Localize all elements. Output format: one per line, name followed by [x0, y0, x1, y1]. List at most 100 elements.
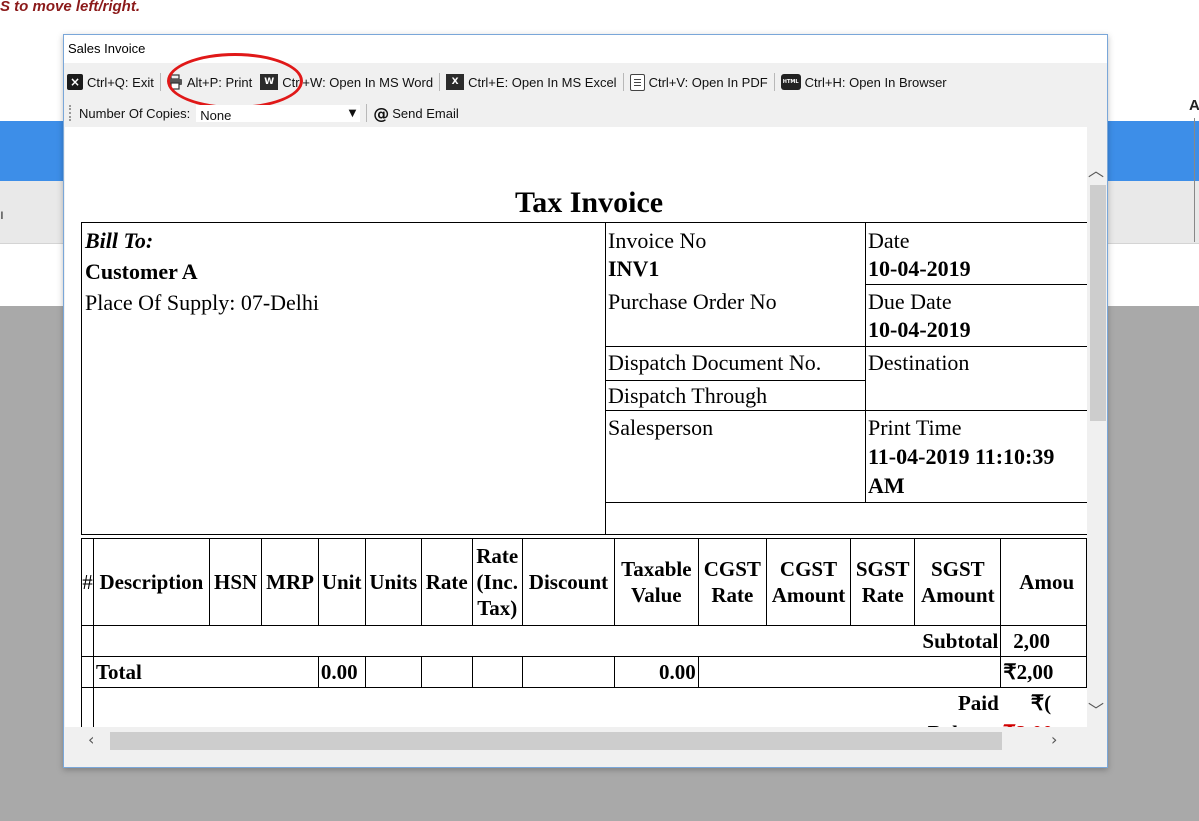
open-word-button[interactable]: W Ctrl+W: Open In MS Word	[256, 70, 437, 94]
cell	[81, 656, 94, 688]
toolbar-grip	[69, 105, 73, 121]
col-sgst-rate: SGST Rate	[850, 538, 916, 626]
total-label: Total	[92, 656, 319, 688]
chevron-left-icon[interactable]: ‹	[88, 730, 94, 749]
divider	[605, 410, 1087, 411]
col-sgst-rate-line2: Rate	[861, 583, 904, 607]
background-letter: A	[1189, 97, 1199, 114]
word-icon: W	[260, 74, 279, 90]
dispatch-doc-label: Dispatch Document No.	[608, 350, 822, 375]
cell	[81, 718, 94, 727]
col-hsn: HSN	[208, 538, 263, 626]
invoice-no-label: Invoice No	[608, 228, 707, 253]
cell	[421, 656, 473, 688]
open-pdf-button[interactable]: Ctrl+V: Open In PDF	[626, 70, 772, 94]
total-unit: 0.00	[317, 656, 366, 688]
divider	[605, 380, 865, 381]
chevron-right-icon[interactable]: ›	[1051, 730, 1057, 749]
invoice-preview: Tax Invoice Bill To: Customer A Place Of…	[65, 127, 1087, 727]
main-toolbar: × Ctrl+Q: Exit Alt+P: Print W Ctrl+W: Op…	[64, 67, 1107, 97]
col-sgst-rate-line1: SGST	[855, 557, 910, 581]
col-amount: Amou	[1000, 538, 1087, 626]
send-email-button[interactable]: @ Send Email	[369, 101, 462, 125]
col-cgst-amount: CGST Amount	[765, 538, 852, 626]
col-rate: Rate	[421, 538, 473, 626]
toolbar-separator	[366, 104, 368, 122]
divider	[605, 502, 1087, 503]
cell	[81, 687, 94, 718]
cell	[471, 656, 523, 688]
items-table: # Description HSN MRP Unit Units Rate Ra…	[81, 538, 1087, 727]
close-icon: ×	[67, 74, 83, 90]
copies-dropdown[interactable]: None ▼	[196, 104, 361, 122]
paid-row: Paid ₹(	[81, 687, 1087, 718]
chevron-down-icon[interactable]: ﹀	[1088, 697, 1104, 721]
col-sgst-amount-line2: Amount	[921, 583, 995, 607]
col-unit: Unit	[317, 538, 366, 626]
col-rate-inc-line1: Rate	[476, 544, 519, 568]
chevron-down-icon: ▼	[348, 107, 357, 119]
excel-label: Ctrl+E: Open In MS Excel	[468, 74, 617, 90]
col-cgst-rate: CGST Rate	[697, 538, 767, 626]
subtotal-label: Subtotal	[92, 625, 1002, 657]
date-value: 10-04-2019	[868, 256, 971, 281]
print-button[interactable]: Alt+P: Print	[163, 70, 256, 94]
print-time-value: 11-04-2019 11:10:39	[868, 444, 1055, 469]
col-rate-inc-line2: (Inc.	[476, 570, 518, 594]
background-hint-text: S to move left/right.	[0, 0, 141, 15]
copies-label: Number Of Copies:	[79, 105, 191, 121]
col-cgst-rate-line1: CGST	[703, 557, 761, 581]
horizontal-scroll-thumb[interactable]	[110, 732, 1002, 750]
date-label: Date	[868, 228, 910, 253]
toolbar-separator	[622, 73, 624, 91]
open-browser-button[interactable]: HTML Ctrl+H: Open In Browser	[777, 70, 951, 94]
col-rate-inc-tax: Rate (Inc. Tax)	[471, 538, 523, 626]
balance-value: ₹2,00	[1001, 718, 1087, 727]
bill-to-label: Bill To:	[85, 228, 154, 253]
balance-label: Balance	[93, 718, 1000, 727]
browser-label: Ctrl+H: Open In Browser	[804, 74, 947, 90]
print-time-label: Print Time	[868, 415, 962, 440]
background-row-marker: ı	[0, 206, 4, 222]
divider	[605, 346, 1087, 347]
window-title: Sales Invoice	[64, 35, 1107, 63]
due-date-label: Due Date	[868, 289, 952, 314]
col-cgst-rate-line2: Rate	[711, 583, 754, 607]
cell	[364, 656, 423, 688]
at-icon: @	[373, 103, 390, 123]
sales-invoice-window: Sales Invoice × Ctrl+Q: Exit Alt+P: Prin…	[63, 34, 1108, 768]
secondary-toolbar: Number Of Copies: None ▼ @ Send Email	[64, 99, 1107, 127]
exit-label: Ctrl+Q: Exit	[87, 74, 154, 90]
total-amount: ₹2,00	[1000, 656, 1087, 688]
total-row: Total 0.00 0.00 ₹2,00	[81, 656, 1087, 688]
balance-row: Balance ₹2,00	[81, 718, 1087, 727]
subtotal-row: Subtotal 2,00	[81, 625, 1087, 657]
pdf-label: Ctrl+V: Open In PDF	[648, 74, 768, 90]
print-time-value-line2: AM	[868, 473, 905, 498]
exit-button[interactable]: × Ctrl+Q: Exit	[64, 70, 158, 94]
cell	[522, 656, 615, 688]
dispatch-through-label: Dispatch Through	[608, 383, 768, 408]
col-sgst-amount: SGST Amount	[914, 538, 1002, 626]
printer-icon	[167, 74, 183, 90]
col-taxable-value: Taxable Value	[613, 538, 699, 626]
po-label: Purchase Order No	[608, 289, 777, 314]
excel-icon: X	[446, 74, 465, 90]
chevron-up-icon[interactable]: ︿	[1088, 157, 1104, 181]
col-taxable-line2: Value	[631, 583, 682, 607]
col-sgst-amount-line1: SGST	[930, 557, 985, 581]
col-mrp: MRP	[261, 538, 319, 626]
due-date-value: 10-04-2019	[868, 317, 971, 342]
col-cgst-amount-line2: Amount	[771, 583, 846, 607]
vertical-scroll-thumb[interactable]	[1090, 185, 1106, 421]
pdf-icon	[629, 73, 645, 91]
invoice-title: Tax Invoice	[515, 186, 664, 219]
divider	[865, 223, 866, 502]
col-cgst-amount-line1: CGST	[779, 557, 838, 581]
customer-name: Customer A	[85, 259, 198, 284]
divider	[865, 284, 1087, 285]
toolbar-separator	[159, 73, 161, 91]
open-excel-button[interactable]: X Ctrl+E: Open In MS Excel	[442, 70, 620, 94]
col-taxable-line1: Taxable	[621, 557, 692, 581]
background-divider	[1194, 118, 1195, 242]
